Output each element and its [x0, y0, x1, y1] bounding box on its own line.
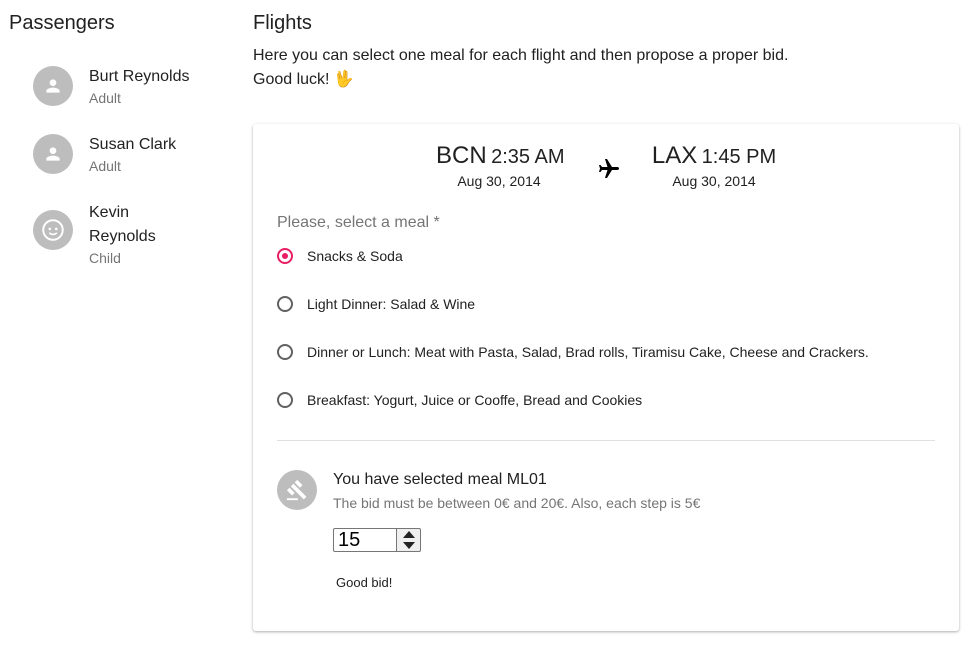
radio-button[interactable]	[277, 344, 293, 360]
arrival-time: 1:45 PM	[701, 146, 777, 168]
passenger-item[interactable]: Susan Clark Adult	[0, 128, 240, 196]
flights-title: Flights	[253, 12, 312, 34]
bid-title: You have selected meal ML01	[333, 471, 547, 488]
bid-spinner[interactable]	[397, 528, 421, 552]
passenger-name: Burt Reynolds	[89, 68, 190, 85]
airplane-icon	[599, 159, 619, 178]
decrement-button[interactable]	[397, 540, 420, 551]
departure-time: 2:35 AM	[491, 146, 565, 168]
arrival: LAX 1:45 PM Aug 30, 2014	[651, 142, 777, 189]
passenger-name: Kevin Reynolds	[89, 204, 156, 245]
passenger-item[interactable]: Burt Reynolds Adult	[0, 60, 240, 128]
meal-option-label: Breakfast: Yogurt, Juice or Cooffe, Brea…	[307, 392, 643, 408]
bid-rules: The bid must be between 0€ and 20€. Also…	[333, 495, 701, 511]
divider	[277, 440, 935, 441]
gavel-icon	[277, 470, 317, 510]
flight-card: BCN 2:35 AM Aug 30, 2014 LAX 1:45 PM Aug…	[253, 124, 959, 631]
passenger-type: Adult	[89, 90, 121, 106]
passenger-type: Adult	[89, 158, 121, 174]
meal-option-label: Dinner or Lunch: Meat with Pasta, Salad,…	[307, 344, 869, 360]
child-face-icon	[33, 210, 73, 250]
flights-intro: Here you can select one meal for each fl…	[253, 44, 959, 92]
meal-option-label: Snacks & Soda	[307, 248, 403, 264]
bid-feedback: Good bid!	[336, 575, 393, 590]
passenger-list: Burt Reynolds Adult Susan Clark Adult Ke…	[0, 60, 240, 276]
radio-button[interactable]	[277, 296, 293, 312]
bid-stepper[interactable]	[333, 528, 421, 552]
meal-option[interactable]: Breakfast: Yogurt, Juice or Cooffe, Brea…	[277, 388, 642, 412]
meal-option[interactable]: Snacks & Soda	[277, 244, 403, 268]
passenger-item[interactable]: Kevin Reynolds Child	[0, 196, 240, 276]
bid-input[interactable]	[333, 528, 397, 552]
person-icon	[33, 134, 73, 174]
intro-line: Good luck! 🖖	[253, 71, 354, 88]
radio-button[interactable]	[277, 248, 293, 264]
departure-date: Aug 30, 2014	[457, 173, 541, 189]
passenger-name: Susan Clark	[89, 136, 177, 153]
meal-option[interactable]: Dinner or Lunch: Meat with Pasta, Salad,…	[277, 340, 869, 364]
caret-up-icon	[402, 531, 415, 538]
caret-down-icon	[402, 542, 415, 549]
intro-line: Here you can select one meal for each fl…	[253, 47, 789, 64]
increment-button[interactable]	[397, 529, 420, 540]
meal-option-label: Light Dinner: Salad & Wine	[307, 296, 476, 312]
departure: BCN 2:35 AM Aug 30, 2014	[436, 142, 565, 189]
radio-button[interactable]	[277, 392, 293, 408]
person-icon	[33, 66, 73, 106]
meal-option[interactable]: Light Dinner: Salad & Wine	[277, 292, 475, 316]
passengers-title: Passengers	[9, 12, 115, 34]
meal-select-label: Please, select a meal *	[277, 214, 440, 231]
passenger-type: Child	[89, 250, 121, 266]
arrival-date: Aug 30, 2014	[672, 173, 756, 189]
departure-airport-code: BCN	[436, 142, 487, 169]
arrival-airport-code: LAX	[651, 142, 698, 169]
